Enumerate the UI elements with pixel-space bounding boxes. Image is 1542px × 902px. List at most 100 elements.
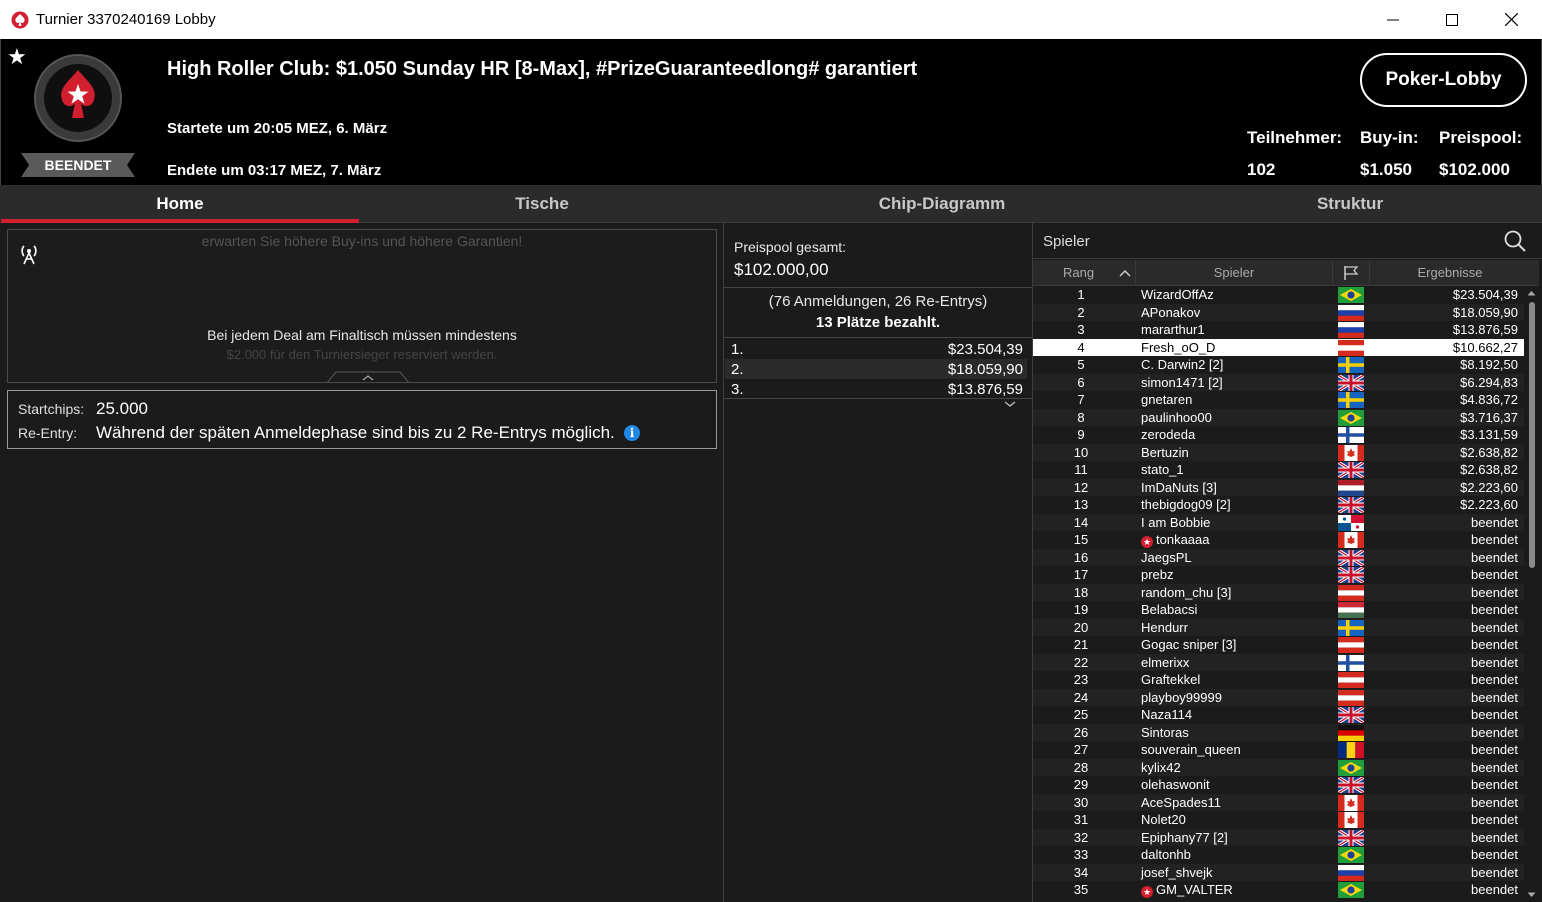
table-row[interactable]: 19 Belabacsi beendet (1033, 601, 1524, 618)
tab-structure[interactable]: Struktur (1160, 185, 1540, 223)
table-row[interactable]: 32 Epiphany77 [2] beendet (1033, 828, 1524, 846)
participants-value: 102 (1247, 160, 1276, 179)
player-name-text: daltonhb (1141, 847, 1191, 862)
table-row[interactable]: 26 Sintoras beendet (1033, 723, 1524, 741)
country-flag-icon (1338, 514, 1364, 531)
player-result: beendet (1471, 794, 1518, 810)
minimize-icon (1387, 19, 1399, 20)
players-table-header: Rang Spieler Ergebnisse (1033, 260, 1539, 286)
player-search-bar[interactable]: Spieler (1033, 223, 1542, 259)
player-rank: 13 (1073, 497, 1089, 512)
table-row[interactable]: 27 souverain_queen beendet (1033, 741, 1524, 758)
country-flag-icon (1338, 287, 1364, 303)
buyin-label: Buy-in: (1360, 128, 1419, 147)
minimize-button[interactable] (1364, 0, 1422, 39)
country-flag-icon (1338, 759, 1364, 776)
chevron-down-icon[interactable] (1002, 399, 1018, 409)
scroll-down-icon[interactable] (1527, 892, 1536, 898)
table-row[interactable]: 30 AceSpades11 beendet (1033, 793, 1524, 811)
table-row[interactable]: 21 Gogac sniper [3] beendet (1033, 636, 1524, 653)
player-rank: 16 (1073, 549, 1089, 565)
scrollbar-thumb[interactable] (1529, 302, 1535, 568)
player-name-text: ImDaNuts [3] (1141, 479, 1217, 495)
table-row[interactable]: 16 JaegsPL beendet (1033, 548, 1524, 566)
table-row[interactable]: 20 Hendurr beendet (1033, 618, 1524, 636)
table-row[interactable]: 35 ★ GM_VALTER beendet (1033, 881, 1524, 898)
tab-tables[interactable]: Tische (362, 185, 722, 223)
collapse-news-toggle[interactable] (326, 370, 410, 383)
player-name-text: souverain_queen (1141, 742, 1241, 757)
table-row[interactable]: 34 josef_shvejk beendet (1033, 863, 1524, 881)
prize-row: 2. $18.059,90 (725, 359, 1027, 379)
column-header-result[interactable]: Ergebnisse (1370, 260, 1530, 286)
table-row[interactable]: 3 mararthur1 $13.876,59 (1033, 321, 1524, 338)
table-row[interactable]: 11 stato_1 $2.638,82 (1033, 461, 1524, 478)
player-rank: 18 (1073, 584, 1089, 600)
player-result: beendet (1471, 567, 1518, 582)
table-row[interactable]: 18 random_chu [3] beendet (1033, 583, 1524, 601)
player-name: kylix42 (1141, 760, 1181, 775)
table-row[interactable]: 14 I am Bobbie beendet (1033, 513, 1524, 531)
scroll-up-icon[interactable] (1527, 290, 1536, 296)
table-row[interactable]: 7 gnetaren $4.836,72 (1033, 391, 1524, 408)
player-rank: 14 (1073, 514, 1089, 530)
player-result: $6.294,83 (1460, 374, 1518, 390)
player-name: Nolet20 (1141, 812, 1186, 827)
country-flag-icon (1338, 549, 1364, 566)
table-row[interactable]: 15 ★ tonkaaaa beendet (1033, 531, 1524, 548)
player-name-text: I am Bobbie (1141, 514, 1211, 530)
maximize-button[interactable] (1423, 0, 1481, 39)
table-row[interactable]: 31 Nolet20 beendet (1033, 811, 1524, 828)
player-name: olehaswonit (1141, 777, 1210, 792)
player-name: souverain_queen (1141, 742, 1241, 757)
table-row[interactable]: 28 kylix42 beendet (1033, 758, 1524, 776)
table-row[interactable]: 5 C. Darwin2 [2] $8.192,50 (1033, 356, 1524, 373)
player-result: $3.131,59 (1460, 427, 1518, 442)
close-button[interactable] (1482, 0, 1540, 39)
player-name-text: prebz (1141, 567, 1174, 582)
table-row[interactable]: 2 APonakov $18.059,90 (1033, 303, 1524, 321)
table-row[interactable]: 4 Fresh_oO_D $10.662,27 (1033, 338, 1524, 356)
player-result: beendet (1471, 707, 1518, 722)
tab-home[interactable]: Home (1, 185, 359, 223)
tab-chip-chart[interactable]: Chip-Diagramm (742, 185, 1142, 223)
country-flag-icon (1338, 672, 1364, 688)
prize-row: 1. $23.504,39 (725, 339, 1027, 359)
player-result: beendet (1471, 689, 1518, 705)
search-icon[interactable] (1503, 229, 1527, 253)
table-row[interactable]: 22 elmerixx beendet (1033, 653, 1524, 671)
country-flag-icon (1338, 637, 1364, 653)
table-row[interactable]: 8 paulinhoo00 $3.716,37 (1033, 408, 1524, 426)
table-row[interactable]: 12 ImDaNuts [3] $2.223,60 (1033, 478, 1524, 496)
column-header-country[interactable] (1333, 260, 1370, 286)
table-row[interactable]: 23 Graftekkel beendet (1033, 671, 1524, 688)
player-result: $10.662,27 (1452, 339, 1518, 355)
player-rank: 20 (1073, 619, 1089, 635)
poker-lobby-button[interactable]: Poker-Lobby (1360, 53, 1527, 107)
table-row[interactable]: 9 zerodeda $3.131,59 (1033, 426, 1524, 443)
table-row[interactable]: 10 Bertuzin $2.638,82 (1033, 443, 1524, 461)
prize-position: 2. (731, 361, 744, 378)
table-row[interactable]: 25 Naza114 beendet (1033, 706, 1524, 723)
info-icon[interactable]: i (624, 425, 640, 441)
prizepool-label: Preispool: (1439, 128, 1523, 147)
player-name: Sintoras (1141, 725, 1189, 740)
column-header-player[interactable]: Spieler (1136, 260, 1333, 286)
player-result: beendet (1471, 759, 1518, 775)
pokerstars-logo (34, 54, 122, 142)
player-result: beendet (1471, 777, 1518, 792)
table-row[interactable]: 17 prebz beendet (1033, 566, 1524, 583)
table-row[interactable]: 33 daltonhb beendet (1033, 846, 1524, 863)
start-time: Startete um 20:05 MEZ, 6. März (167, 120, 388, 137)
column-header-rank[interactable]: Rang (1033, 260, 1136, 286)
table-row[interactable]: 24 playboy99999 beendet (1033, 688, 1524, 706)
table-row[interactable]: 13 thebigdog09 [2] $2.223,60 (1033, 496, 1524, 513)
player-result: beendet (1471, 829, 1518, 845)
favorite-star-icon[interactable]: ★ (7, 44, 27, 70)
players-scrollbar[interactable] (1524, 286, 1539, 902)
table-row[interactable]: 6 simon1471 [2] $6.294,83 (1033, 373, 1524, 391)
country-flag-icon (1338, 794, 1364, 811)
player-result: $13.876,59 (1452, 322, 1518, 337)
table-row[interactable]: 1 WizardOffAz $23.504,39 (1033, 286, 1524, 303)
table-row[interactable]: 29 olehaswonit beendet (1033, 776, 1524, 793)
